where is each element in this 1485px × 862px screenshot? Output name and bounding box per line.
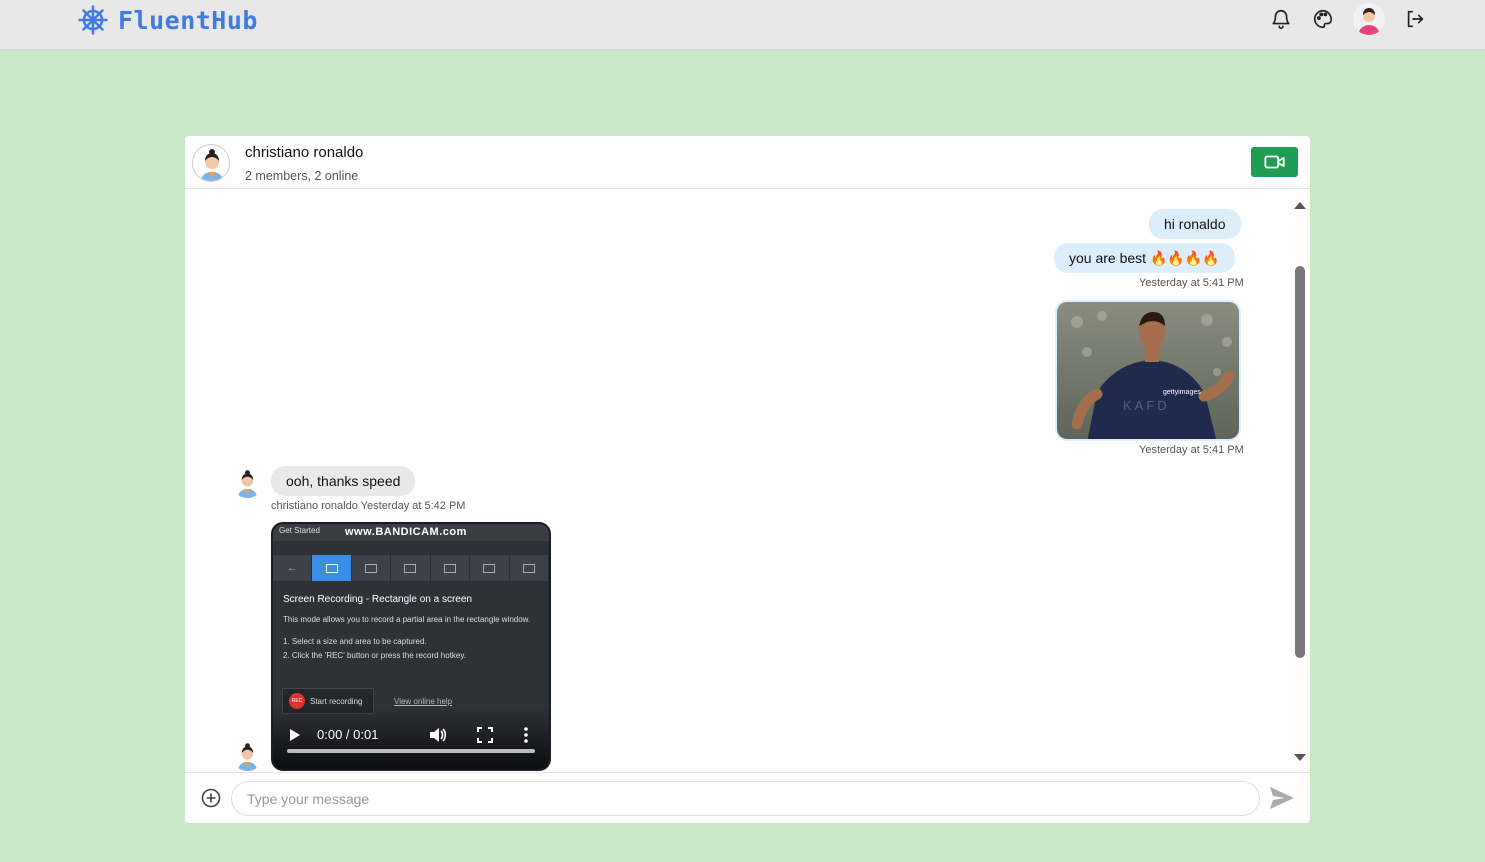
bell-icon [1272, 10, 1290, 29]
video-time: 0:00 / 0:01 [317, 727, 379, 742]
plus-circle-icon[interactable] [201, 788, 221, 808]
logout-icon [1407, 10, 1424, 28]
message-timestamp: Yesterday at 5:41 PM [1139, 444, 1244, 456]
video-controls: 0:00 / 0:01 [273, 707, 549, 769]
sender-avatar[interactable] [232, 740, 263, 771]
brand-name: FluentHub [118, 5, 258, 35]
svg-text:KAFD: KAFD [1123, 398, 1170, 413]
top-navbar: FluentHub [0, 0, 1485, 50]
message-input[interactable] [231, 781, 1260, 816]
chat-title: christiano ronaldo [245, 144, 364, 161]
ship-wheel-icon [78, 5, 108, 35]
brand[interactable]: FluentHub [78, 5, 258, 35]
message-list: hi ronaldo you are best 🔥🔥🔥🔥 Yesterday a… [185, 190, 1310, 772]
video-camera-icon [1263, 155, 1285, 169]
video-frame-desc: This mode allows you to record a partial… [283, 615, 531, 624]
message-timestamp: Yesterday at 5:41 PM [1139, 277, 1244, 289]
fullscreen-icon[interactable] [477, 727, 493, 743]
sender-avatar[interactable] [232, 467, 263, 498]
logout-button[interactable] [1403, 7, 1427, 31]
video-frame-help-link: View online help [394, 697, 453, 706]
scroll-down-arrow[interactable] [1294, 754, 1306, 761]
video-frame-title: Screen Recording - Rectangle on a screen [283, 594, 472, 605]
message-composer [185, 772, 1310, 823]
send-icon[interactable] [1269, 786, 1295, 810]
video-toolbar: ← [273, 555, 549, 581]
video-tab-label: Get Started [279, 526, 320, 535]
video-watermark: www.BANDICAM.com [345, 526, 467, 538]
scroll-up-arrow[interactable] [1294, 202, 1306, 209]
video-message[interactable]: Get Started www.BANDICAM.com ← Screen Re… [271, 522, 551, 771]
more-options-icon[interactable] [523, 727, 529, 743]
video-progress-bar[interactable] [287, 749, 535, 753]
watermark-logo: gettyimages [1163, 389, 1201, 396]
chat-members-status: 2 members, 2 online [245, 169, 359, 183]
volume-icon[interactable] [429, 727, 447, 743]
video-call-button[interactable] [1251, 147, 1298, 177]
chat-avatar[interactable] [192, 144, 230, 182]
message-bubble[interactable]: ooh, thanks speed [271, 466, 416, 496]
palette-icon [1314, 9, 1333, 29]
scrollbar-thumb[interactable] [1295, 266, 1305, 658]
message-bubble[interactable]: hi ronaldo [1149, 209, 1241, 239]
image-message[interactable]: KAFD gettyimages [1055, 300, 1241, 441]
play-icon[interactable] [290, 729, 300, 741]
message-sender-timestamp: christiano ronaldo Yesterday at 5:42 PM [271, 500, 466, 512]
video-frame-step: 1. Select a size and area to be captured… [283, 637, 427, 646]
message-bubble[interactable]: you are best 🔥🔥🔥🔥 [1054, 243, 1235, 273]
chat-window: christiano ronaldo 2 members, 2 online h… [185, 136, 1310, 823]
video-frame-step: 2. Click the 'REC' button or press the r… [283, 651, 466, 660]
notifications-button[interactable] [1269, 7, 1293, 31]
user-avatar[interactable] [1353, 3, 1385, 35]
chat-header: christiano ronaldo 2 members, 2 online [185, 136, 1310, 189]
theme-button[interactable] [1311, 7, 1335, 31]
